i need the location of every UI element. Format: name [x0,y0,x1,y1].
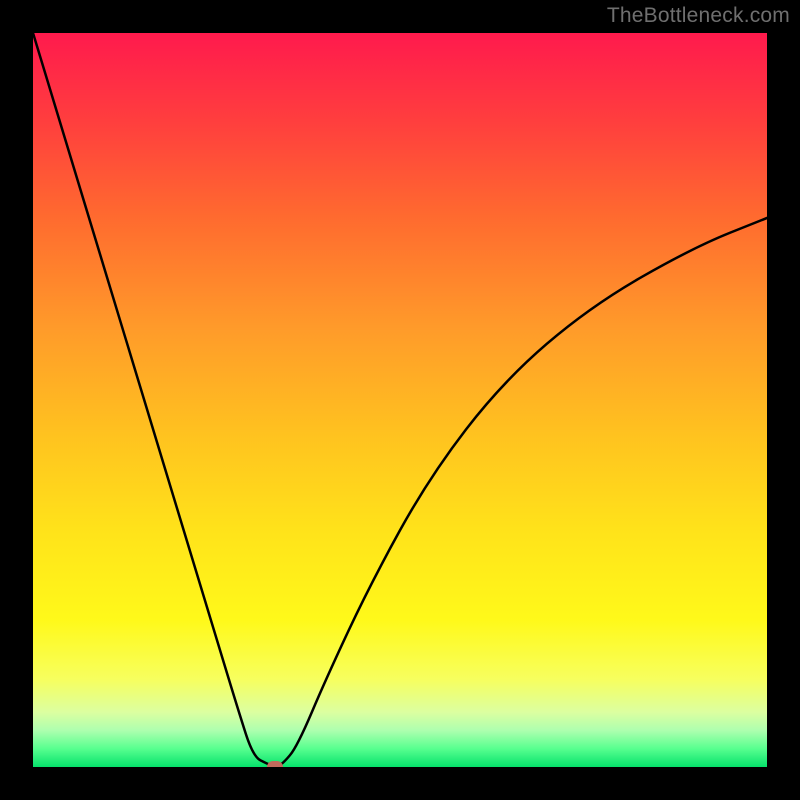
plot-area [33,33,767,767]
optimum-marker [267,761,283,767]
watermark-text: TheBottleneck.com [607,4,790,28]
chart-canvas: TheBottleneck.com [0,0,800,800]
bottleneck-curve [33,33,767,767]
